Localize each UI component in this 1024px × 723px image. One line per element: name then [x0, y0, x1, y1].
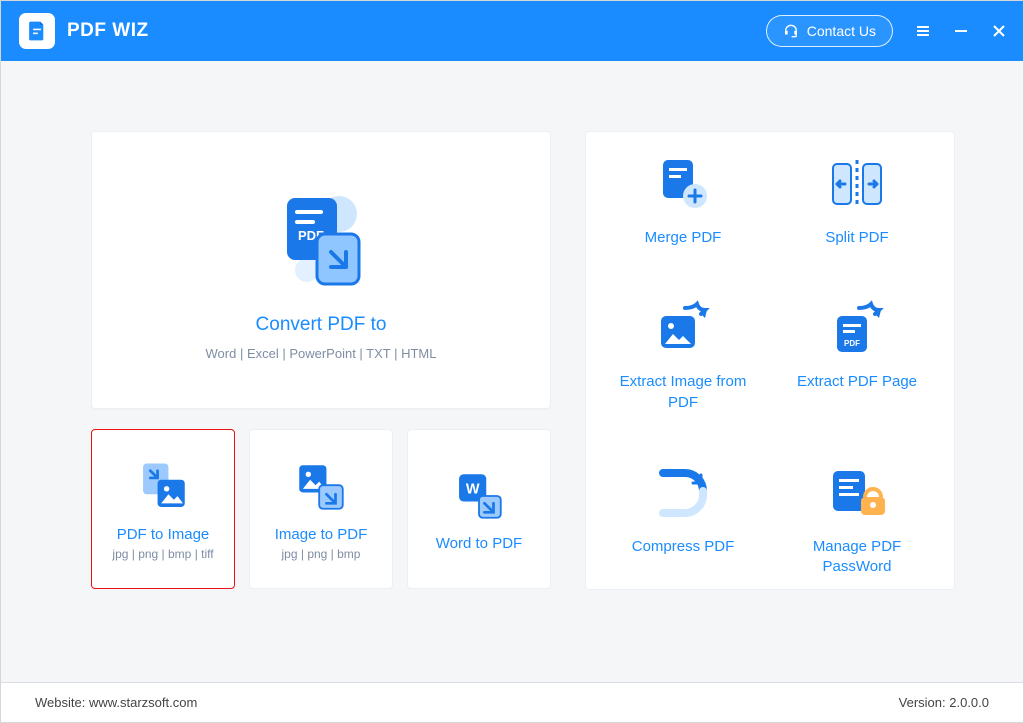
convert-pdf-title: Convert PDF to [256, 314, 387, 336]
app-logo-icon [19, 13, 55, 49]
close-icon [992, 24, 1006, 38]
app-window: PDF WIZ Contact Us [0, 0, 1024, 723]
manage-password-tool[interactable]: Manage PDF PassWord [770, 461, 944, 578]
word-to-pdf-title: Word to PDF [436, 535, 522, 552]
merge-pdf-tool[interactable]: Merge PDF [596, 152, 770, 248]
pdf-to-image-sub: jpg | png | bmp | tiff [112, 547, 213, 561]
convert-pdf-card[interactable]: PDF Convert PDF to Word | Excel | PowerP… [91, 131, 551, 409]
merge-pdf-icon [651, 152, 715, 216]
word-to-pdf-icon: W [450, 467, 508, 525]
split-pdf-icon [825, 152, 889, 216]
window-controls [907, 15, 1015, 47]
titlebar: PDF WIZ Contact Us [1, 1, 1023, 61]
left-small-tools-row: PDF to Image jpg | png | bmp | tiff [91, 429, 551, 589]
split-pdf-title: Split PDF [825, 228, 888, 248]
svg-text:W: W [466, 481, 480, 497]
convert-pdf-icon: PDF [261, 180, 381, 300]
close-button[interactable] [983, 15, 1015, 47]
extract-image-tool[interactable]: Extract Image from PDF [596, 296, 770, 413]
manage-password-icon [825, 461, 889, 525]
compress-pdf-title: Compress PDF [632, 537, 735, 557]
extract-page-tool[interactable]: PDF Extract PDF Page [770, 296, 944, 413]
compress-pdf-icon [651, 461, 715, 525]
app-title: PDF WIZ [67, 20, 149, 42]
footer-version: Version: 2.0.0.0 [899, 695, 989, 710]
right-tools-panel: Merge PDF Split PDF [585, 131, 955, 590]
headset-icon [783, 22, 799, 41]
menu-button[interactable] [907, 15, 939, 47]
image-to-pdf-card[interactable]: Image to PDF jpg | png | bmp [249, 429, 393, 589]
image-to-pdf-title: Image to PDF [275, 526, 368, 543]
image-to-pdf-sub: jpg | png | bmp [282, 547, 361, 561]
extract-page-title: Extract PDF Page [797, 372, 917, 392]
footer: Website: www.starzsoft.com Version: 2.0.… [1, 682, 1023, 722]
pdf-to-image-icon [134, 458, 192, 516]
pdf-to-image-card[interactable]: PDF to Image jpg | png | bmp | tiff [91, 429, 235, 589]
image-to-pdf-icon [292, 458, 350, 516]
contact-us-label: Contact Us [807, 23, 876, 39]
minimize-icon [954, 24, 968, 38]
main-content: PDF Convert PDF to Word | Excel | PowerP… [1, 61, 1023, 682]
compress-pdf-tool[interactable]: Compress PDF [596, 461, 770, 578]
pdf-to-image-title: PDF to Image [117, 526, 210, 543]
minimize-button[interactable] [945, 15, 977, 47]
extract-image-title: Extract Image from PDF [604, 372, 762, 413]
split-pdf-tool[interactable]: Split PDF [770, 152, 944, 248]
footer-website: Website: www.starzsoft.com [35, 695, 197, 710]
contact-us-button[interactable]: Contact Us [766, 15, 893, 47]
svg-text:PDF: PDF [844, 339, 860, 348]
extract-image-icon [651, 296, 715, 360]
merge-pdf-title: Merge PDF [645, 228, 722, 248]
menu-icon [916, 24, 930, 38]
convert-pdf-subtitle: Word | Excel | PowerPoint | TXT | HTML [206, 346, 437, 361]
extract-page-icon: PDF [825, 296, 889, 360]
left-column: PDF Convert PDF to Word | Excel | PowerP… [91, 131, 551, 589]
manage-password-title: Manage PDF PassWord [778, 537, 936, 578]
word-to-pdf-card[interactable]: W Word to PDF [407, 429, 551, 589]
